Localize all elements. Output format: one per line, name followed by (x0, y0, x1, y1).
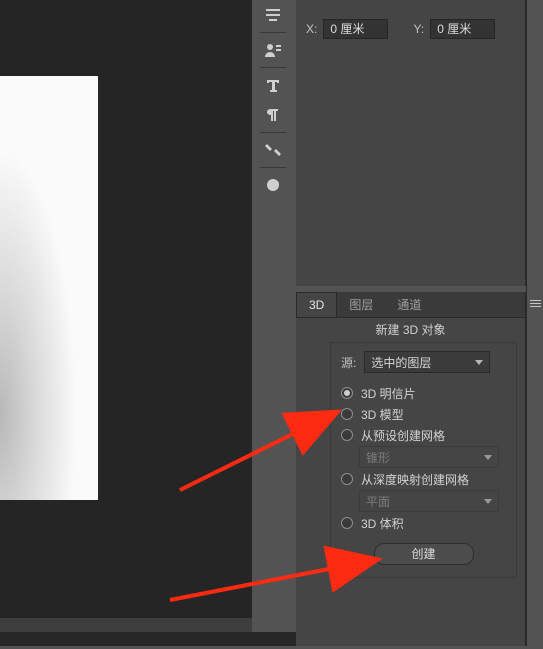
tab-layers[interactable]: 图层 (337, 292, 385, 317)
depth-shape-value: 平面 (366, 493, 390, 510)
document-canvas[interactable] (0, 76, 98, 500)
depth-shape-select: 平面 (359, 490, 499, 512)
canvas-area[interactable] (0, 0, 252, 632)
radio-icon (341, 473, 353, 485)
y-label: Y: (414, 22, 425, 36)
panel-grip-icon (530, 300, 541, 309)
tools-icon[interactable] (256, 135, 290, 165)
radio-label: 3D 明信片 (361, 385, 416, 402)
radio-3d-postcard[interactable]: 3D 明信片 (341, 383, 506, 403)
section-title: 新建 3D 对象 (296, 318, 525, 342)
cloud-icon[interactable] (256, 170, 290, 200)
preset-shape-select: 锥形 (359, 446, 499, 468)
radio-preset-mesh[interactable]: 从预设创建网格 (341, 425, 506, 445)
tab-channels[interactable]: 通道 (385, 292, 433, 317)
chevron-down-icon (484, 499, 492, 504)
radio-label: 3D 模型 (361, 406, 404, 423)
radio-icon (341, 429, 353, 441)
vertical-tool-strip (256, 0, 290, 200)
x-input[interactable]: 0 厘米 (323, 19, 388, 39)
source-select-value: 选中的图层 (371, 354, 431, 371)
radio-3d-volume[interactable]: 3D 体积 (341, 513, 506, 533)
3d-panel: 3D 图层 通道 新建 3D 对象 源: 选中的图层 3D 明信片 3D 模型 … (296, 292, 526, 646)
create-button[interactable]: 创建 (374, 543, 474, 565)
radio-label: 从深度映射创建网格 (361, 471, 469, 488)
right-dock-strip[interactable] (526, 0, 543, 646)
tab-3d[interactable]: 3D (296, 292, 337, 317)
canvas-scroll-area (0, 618, 252, 632)
align-icon[interactable] (256, 0, 290, 30)
radio-icon (341, 408, 353, 420)
x-label: X: (306, 22, 317, 36)
user-icon[interactable] (256, 35, 290, 65)
radio-label: 3D 体积 (361, 515, 404, 532)
radio-depth-mesh[interactable]: 从深度映射创建网格 (341, 469, 506, 489)
paragraph-icon[interactable] (256, 100, 290, 130)
properties-panel: X: 0 厘米 Y: 0 厘米 (296, 0, 526, 286)
chevron-down-icon (475, 360, 483, 365)
source-label: 源: (341, 354, 356, 371)
radio-label: 从预设创建网格 (361, 427, 445, 444)
preset-shape-value: 锥形 (366, 449, 390, 466)
radio-icon (341, 517, 353, 529)
y-input[interactable]: 0 厘米 (430, 19, 495, 39)
chevron-down-icon (484, 455, 492, 460)
radio-3d-model[interactable]: 3D 模型 (341, 404, 506, 424)
panel-tabs: 3D 图层 通道 (296, 292, 525, 318)
new-3d-fieldset: 源: 选中的图层 3D 明信片 3D 模型 从预设创建网格 锥形 从深度映射创建… (330, 342, 517, 578)
source-select[interactable]: 选中的图层 (364, 351, 490, 373)
type-icon[interactable] (256, 70, 290, 100)
radio-icon (341, 387, 353, 399)
